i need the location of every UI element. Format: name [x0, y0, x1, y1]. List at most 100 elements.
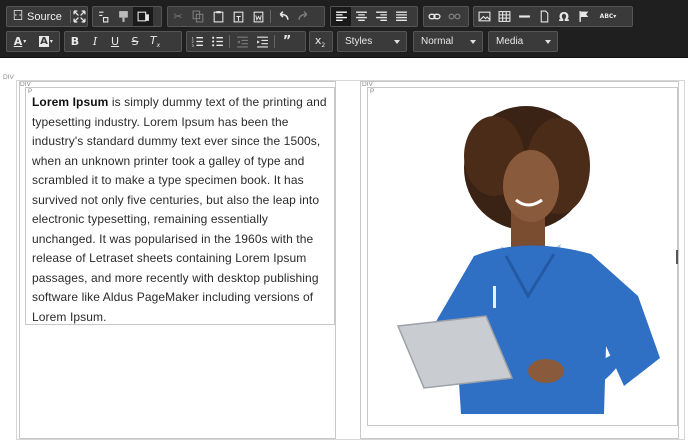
copy-icon: [192, 10, 203, 23]
cut-button[interactable]: ✂: [168, 7, 188, 26]
maximize-icon: [73, 10, 86, 23]
paste-word-icon: [253, 11, 263, 23]
toolbar-group-colors: A ▾ A ▾: [6, 31, 60, 52]
strikethrough-button[interactable]: S: [125, 32, 145, 51]
styles-dropdown[interactable]: Styles: [337, 31, 407, 52]
right-hand-shape: [528, 359, 564, 383]
italic-icon: I: [92, 35, 98, 48]
resize-handle[interactable]: [676, 250, 678, 264]
spellcheck-button[interactable]: ABC▾: [594, 7, 622, 26]
justify-icon: [395, 11, 407, 21]
paste-button[interactable]: [208, 7, 228, 26]
paste-text-button[interactable]: [228, 7, 248, 26]
spellcheck-icon: ABC▾: [599, 13, 617, 20]
toolbar-group-align: [330, 6, 418, 27]
special-char-button[interactable]: Ω: [554, 7, 574, 26]
paste-icon: [213, 11, 223, 23]
toolbar-group-lists: 123 ”: [186, 31, 306, 52]
link-icon: [427, 13, 441, 20]
source-button[interactable]: Source: [7, 7, 68, 26]
bulleted-list-button[interactable]: [207, 32, 227, 51]
source-icon: [13, 10, 23, 23]
outdent-button[interactable]: [232, 32, 252, 51]
italic-button[interactable]: I: [85, 32, 105, 51]
pen-shape: [493, 286, 496, 308]
indent-button[interactable]: [252, 32, 272, 51]
background-color-button[interactable]: A ▾: [33, 32, 59, 51]
media-dropdown[interactable]: Media: [488, 31, 558, 52]
align-left-button[interactable]: [331, 7, 351, 26]
bold-icon: B: [70, 35, 80, 48]
image-icon: [478, 11, 490, 22]
paste-word-button[interactable]: [248, 7, 268, 26]
separator: [69, 10, 71, 23]
format-dropdown[interactable]: Normal: [413, 31, 483, 52]
toolbar-group-blocks: [92, 6, 162, 27]
undo-button[interactable]: [273, 7, 293, 26]
copy-button[interactable]: [188, 7, 208, 26]
page-break-button[interactable]: [534, 7, 554, 26]
outdent-icon: [236, 36, 248, 48]
unlink-button[interactable]: [444, 7, 464, 26]
underline-icon: U: [110, 35, 120, 48]
table-button[interactable]: [494, 7, 514, 26]
cut-icon: ✂: [173, 10, 183, 23]
body-paragraph[interactable]: Lorem Ipsum is simply dummy text of the …: [32, 93, 328, 327]
separator: [270, 10, 271, 23]
indent-icon: [256, 36, 268, 48]
block-tag-outer-div: DIV: [3, 74, 14, 81]
remove-format-button[interactable]: Tx: [145, 32, 165, 51]
align-right-button[interactable]: [371, 7, 391, 26]
separator: [229, 35, 230, 48]
strikethrough-icon: S: [131, 35, 139, 48]
redo-button[interactable]: [293, 7, 313, 26]
anchor-flag-button[interactable]: [574, 7, 594, 26]
link-button[interactable]: [424, 7, 444, 26]
separator: [274, 35, 275, 48]
blockquote-icon: ”: [282, 34, 292, 49]
toolbar-group-document: Source: [6, 6, 88, 27]
horizontal-line-icon: [518, 15, 530, 18]
editor-toolbar: Source ✂ Ω ABC▾ A ▾ A ▾ B I U S Tx 1 2 3…: [0, 0, 688, 58]
templates-icon: [118, 11, 128, 22]
media-dropdown-label: Media: [496, 36, 524, 47]
source-label: Source: [27, 10, 62, 23]
editor-content[interactable]: DIV DIV P Lorem Ipsum is simply dummy te…: [0, 58, 688, 441]
text-color-icon: A: [13, 35, 23, 48]
chevron-down-icon: [545, 40, 551, 44]
justify-button[interactable]: [391, 7, 411, 26]
preview-icon: [137, 11, 149, 22]
horizontal-line-button[interactable]: [514, 7, 534, 26]
remove-format-icon: Tx: [149, 33, 161, 50]
underline-button[interactable]: U: [105, 32, 125, 51]
format-dropdown-label: Normal: [421, 36, 454, 47]
toolbar-group-insert: Ω ABC▾: [473, 6, 633, 27]
templates-button[interactable]: [113, 7, 133, 26]
bold-button[interactable]: B: [65, 32, 85, 51]
paragraph-body: is simply dummy text of the printing and…: [32, 95, 327, 324]
chevron-down-icon: [394, 40, 400, 44]
nurse-with-tablet-image[interactable]: [376, 96, 676, 414]
toolbar-group-links: [423, 6, 469, 27]
blockquote-button[interactable]: ”: [277, 32, 297, 51]
styles-dropdown-label: Styles: [345, 36, 373, 47]
numbered-list-icon: 123: [191, 35, 203, 48]
unlink-icon: [447, 13, 461, 20]
preview-button[interactable]: [133, 7, 153, 26]
background-color-icon: A: [39, 36, 49, 47]
show-blocks-icon: [98, 11, 108, 23]
paste-text-icon: [233, 11, 243, 23]
toolbar-group-basic: B I U S Tx: [64, 31, 182, 52]
align-right-icon: [375, 11, 387, 21]
numbered-list-button[interactable]: 123: [187, 32, 207, 51]
chevron-down-icon: [470, 40, 476, 44]
show-blocks-button[interactable]: [93, 7, 113, 26]
page-break-icon: [540, 10, 548, 23]
align-center-button[interactable]: [351, 7, 371, 26]
subscript-button[interactable]: x2: [310, 32, 330, 51]
toolbar-group-clipboard: ✂: [167, 6, 325, 27]
maximize-button[interactable]: [73, 7, 87, 26]
image-button[interactable]: [474, 7, 494, 26]
toolbar-group-script: x2: [309, 31, 333, 52]
text-color-button[interactable]: A ▾: [7, 32, 33, 51]
